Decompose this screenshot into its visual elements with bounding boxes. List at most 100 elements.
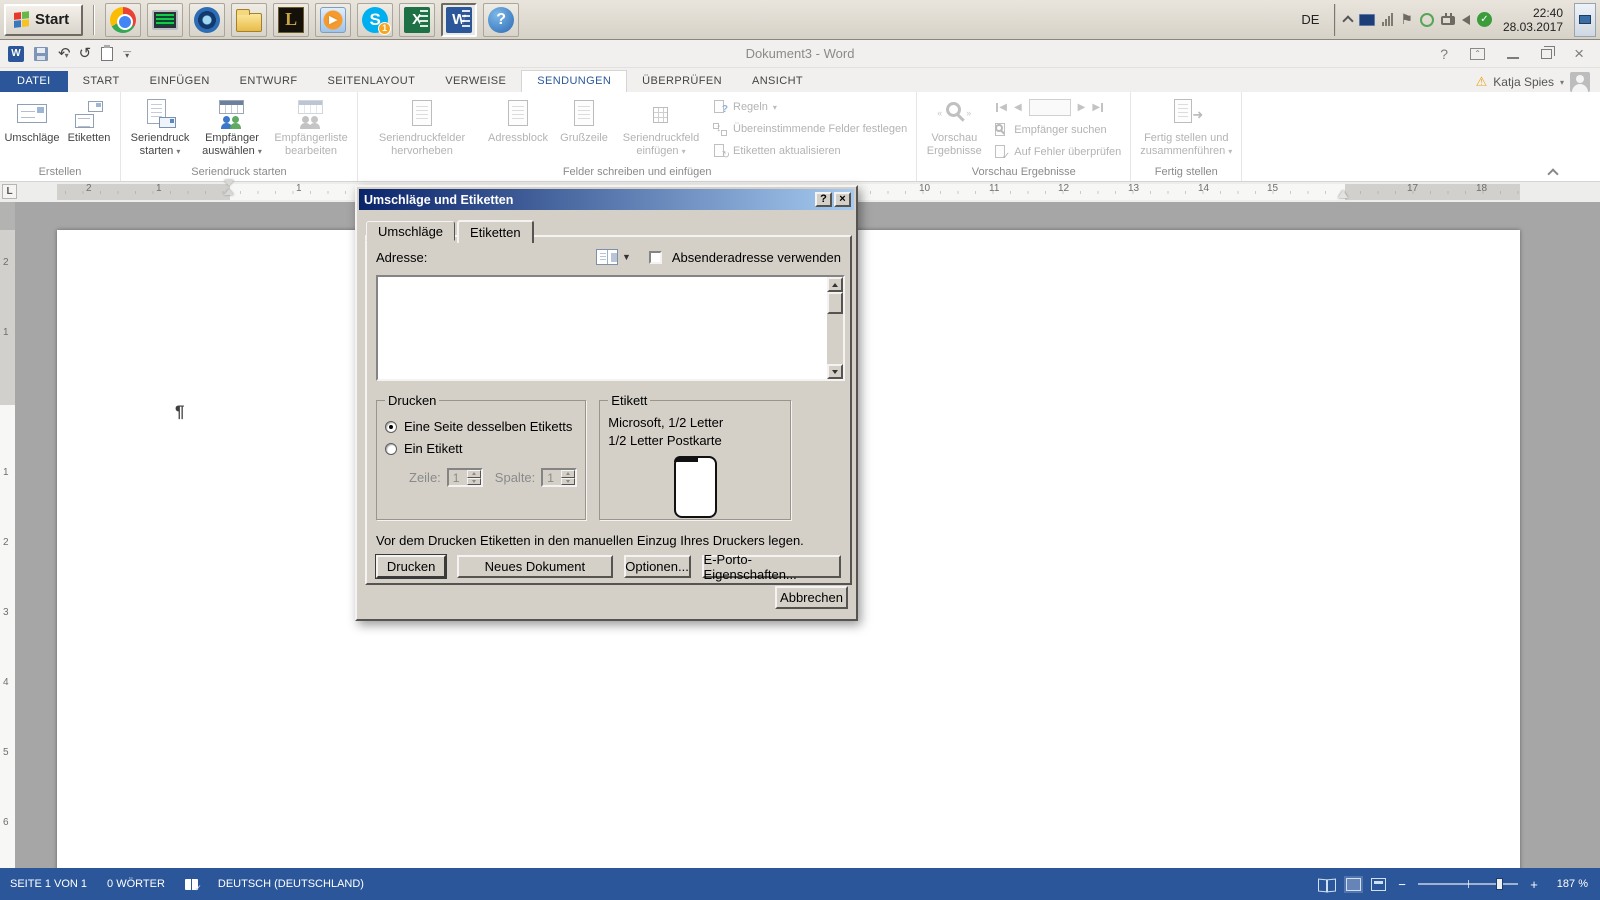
tab-datei[interactable]: DATEI — [0, 71, 68, 92]
zoom-level[interactable]: 187 % — [1550, 878, 1588, 890]
absenderadresse-checkbox[interactable] — [649, 251, 662, 264]
help-icon: ? — [488, 7, 514, 33]
taskbar-disc-app-button[interactable] — [189, 3, 225, 37]
empfaengerliste-bearbeiten-button: Empfängerliste bearbeiten — [268, 93, 354, 165]
close-button[interactable]: × — [1574, 45, 1584, 62]
neues-dokument-button[interactable]: Neues Dokument — [457, 555, 612, 578]
tray-signal-icon[interactable] — [1382, 13, 1393, 26]
taskbar-skype-button[interactable]: S 1 — [357, 3, 393, 37]
optionen-button[interactable]: Optionen... — [624, 555, 691, 578]
address-scrollbar[interactable] — [827, 277, 843, 379]
avatar[interactable] — [1570, 72, 1590, 92]
dialog-tab-etiketten[interactable]: Etiketten — [457, 220, 534, 243]
tab-start[interactable]: START — [68, 71, 135, 92]
taskbar-excel-button[interactable]: X — [399, 3, 435, 37]
address-textarea[interactable] — [376, 275, 845, 381]
taskbar-word-button[interactable]: W — [441, 3, 477, 37]
taskbar-file-explorer-button[interactable] — [231, 3, 267, 37]
tray-security-icon[interactable]: ✓ — [1477, 12, 1492, 27]
dialog-tabs: Umschläge Etiketten — [357, 212, 856, 241]
restore-button[interactable] — [1541, 49, 1552, 59]
scrollbar-thumb[interactable] — [827, 292, 843, 314]
update-labels-icon: ↻ — [713, 144, 728, 159]
tray-update-icon[interactable] — [1420, 13, 1434, 27]
word-count[interactable]: 0 WÖRTER — [107, 878, 165, 890]
find-recipient-icon — [994, 123, 1009, 138]
ribbon-display-options-button[interactable]: ⌃ — [1470, 48, 1485, 60]
taskbar-remote-viewer-button[interactable] — [147, 3, 183, 37]
redo-button[interactable]: ↺ — [79, 46, 92, 61]
tab-verweise[interactable]: VERWEISE — [430, 71, 521, 92]
undo-button[interactable]: ↶▾ — [58, 45, 69, 63]
option-single-label[interactable]: Ein Etikett — [385, 441, 577, 456]
tab-einfuegen[interactable]: EINFÜGEN — [135, 71, 225, 92]
show-desktop-button[interactable] — [1574, 3, 1596, 37]
etikett-group-title: Etikett — [608, 393, 650, 408]
start-button[interactable]: Start — [4, 4, 83, 36]
radio-selected-icon[interactable] — [385, 421, 397, 433]
dialog-help-button[interactable]: ? — [815, 192, 832, 207]
collapse-ribbon-button[interactable] — [1548, 168, 1558, 174]
tab-stop-selector[interactable]: L — [2, 184, 17, 199]
paste-options-button[interactable] — [101, 47, 113, 61]
tray-flag-icon[interactable]: ⚑ — [1400, 11, 1413, 28]
scroll-down-button[interactable] — [827, 364, 843, 379]
zoom-slider[interactable] — [1418, 883, 1518, 885]
help-titlebar-button[interactable]: ? — [1440, 46, 1448, 62]
tab-seitenlayout[interactable]: SEITENLAYOUT — [312, 71, 430, 92]
taskbar-media-player-button[interactable] — [315, 3, 351, 37]
dialog-close-button[interactable]: × — [834, 192, 851, 207]
umschlaege-button[interactable]: Umschläge — [3, 93, 61, 165]
taskbar-help-button[interactable]: ? — [483, 3, 519, 37]
regeln-button: ? Regeln ▾ — [713, 100, 907, 115]
address-book-icon[interactable] — [596, 249, 618, 265]
dialog-tab-umschlaege[interactable]: Umschläge — [366, 221, 455, 241]
radio-unselected-icon[interactable] — [385, 443, 397, 455]
right-indent-marker[interactable] — [1338, 190, 1348, 198]
address-book-dropdown-icon[interactable]: ▼ — [622, 252, 631, 262]
account-area[interactable]: ⚠ Katja Spies ▾ — [1476, 72, 1600, 92]
desktop: Start L S 1 X W ? DE ⚑ ✓ — [0, 0, 1600, 900]
highlight-merge-fields-icon — [405, 98, 439, 130]
zoom-in-button[interactable]: + — [1528, 877, 1540, 892]
start-mail-merge-icon — [143, 98, 177, 130]
read-mode-button[interactable] — [1318, 878, 1336, 891]
zoom-out-button[interactable]: − — [1396, 877, 1408, 892]
customize-qat-button[interactable]: —▾ — [123, 50, 131, 58]
tray-volume-icon[interactable] — [1462, 15, 1470, 25]
tray-expand-icon[interactable] — [1343, 15, 1354, 26]
ribbon: Umschläge Etiketten Erstellen Seriendruc… — [0, 92, 1600, 182]
tab-ueberpruefen[interactable]: ÜBERPRÜFEN — [627, 71, 737, 92]
language-indicator[interactable]: DE — [1293, 8, 1327, 31]
seriendruck-starten-button[interactable]: Seriendruck starten ▾ — [124, 93, 196, 165]
taskbar-clock[interactable]: 22:40 28.03.2017 — [1499, 6, 1567, 34]
drucken-groupbox: Drucken Eine Seite desselben Etiketts Ei… — [376, 393, 586, 520]
empfaenger-auswaehlen-button[interactable]: Empfänger auswählen ▾ — [196, 93, 268, 165]
drucken-button[interactable]: Drucken — [376, 555, 446, 578]
dialog-title-bar[interactable]: Umschläge und Etiketten ? × — [359, 189, 854, 210]
proofing-icon[interactable] — [185, 879, 198, 890]
language-status[interactable]: DEUTSCH (DEUTSCHLAND) — [218, 878, 364, 890]
tab-sendungen[interactable]: SENDUNGEN — [521, 70, 627, 92]
scroll-up-button[interactable] — [827, 277, 843, 292]
web-layout-button[interactable] — [1371, 878, 1386, 891]
warning-icon: ⚠ — [1476, 74, 1488, 90]
option-full-page[interactable]: Eine Seite desselben Etiketts — [385, 419, 577, 434]
page-indicator[interactable]: SEITE 1 VON 1 — [10, 878, 87, 890]
insert-merge-field-icon — [644, 98, 678, 130]
tab-entwurf[interactable]: ENTWURF — [225, 71, 313, 92]
taskbar-league-button[interactable]: L — [273, 3, 309, 37]
save-button[interactable] — [34, 47, 48, 61]
tab-ansicht[interactable]: ANSICHT — [737, 71, 818, 92]
skype-notification-badge: 1 — [378, 22, 391, 35]
eporto-eigenschaften-button[interactable]: E-Porto-Eigenschaften... — [702, 555, 841, 578]
abbrechen-button[interactable]: Abbrechen — [775, 586, 848, 609]
indent-marker[interactable] — [224, 180, 234, 202]
zoom-slider-thumb[interactable] — [1496, 878, 1503, 890]
taskbar-chrome-button[interactable] — [105, 3, 141, 37]
print-layout-button[interactable] — [1346, 878, 1361, 891]
etiketten-button[interactable]: Etiketten — [61, 93, 117, 165]
tray-network-monitor-icon[interactable] — [1359, 14, 1375, 26]
group-erstellen: Umschläge Etiketten Erstellen — [0, 92, 121, 181]
minimize-button[interactable] — [1507, 57, 1519, 59]
